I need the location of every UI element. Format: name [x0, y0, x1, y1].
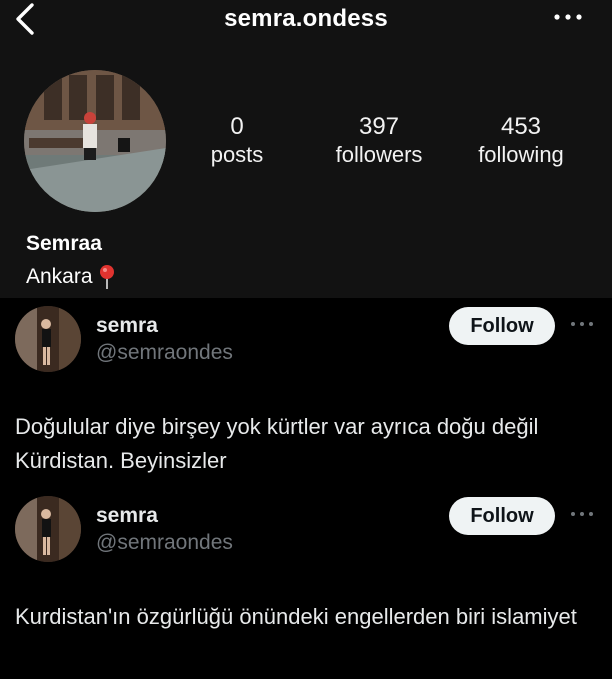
tweet-author-handle[interactable]: @semraondes [96, 531, 233, 555]
follow-button[interactable]: Follow [449, 307, 555, 345]
tweet-avatar[interactable] [15, 496, 81, 562]
tweet-author-handle[interactable]: @semraondes [96, 341, 233, 365]
following-count[interactable]: 453 following [456, 114, 586, 170]
avatar-photo [15, 496, 81, 562]
profile-username: semra.ondess [224, 5, 388, 32]
more-options-icon[interactable] [570, 321, 594, 327]
avatar-photo [15, 306, 81, 372]
profile-bio: Ankara [26, 264, 117, 290]
avatar-photo [24, 70, 166, 212]
posts-count[interactable]: 0 posts [172, 114, 302, 170]
profile-avatar[interactable] [24, 70, 166, 212]
tweet-avatar[interactable] [15, 306, 81, 372]
more-options-icon[interactable] [570, 511, 594, 517]
profile-display-name: Semraa [26, 232, 102, 255]
round-pushpin-icon [99, 265, 114, 289]
followers-count[interactable]: 397 followers [314, 114, 444, 170]
bio-text: Ankara [26, 265, 93, 288]
tweet-text: Kurdistan'ın özgürlüğü önündeki engeller… [15, 604, 577, 629]
instagram-profile-header: semra.ondess 0 posts 397 followers 453 f… [0, 0, 612, 298]
tweet-text: Doğulular diye birşey yok kürtler var ay… [15, 414, 539, 473]
tweet-author-name[interactable]: semra [96, 504, 158, 528]
tweet-author-name[interactable]: semra [96, 314, 158, 338]
follow-button[interactable]: Follow [449, 497, 555, 535]
more-options-icon[interactable] [552, 12, 584, 22]
